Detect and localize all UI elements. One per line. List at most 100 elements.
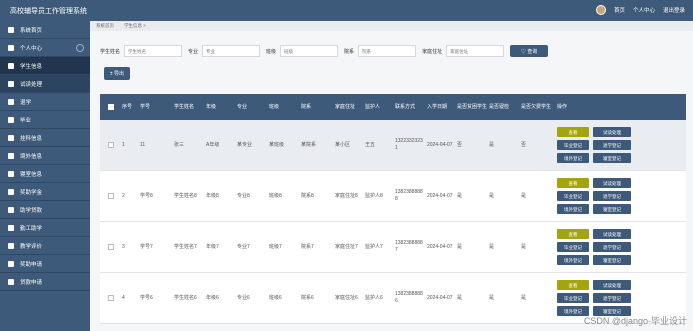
cell-dept: 院系6	[301, 294, 314, 301]
column-header: 序号	[122, 103, 133, 110]
breadcrumb-home[interactable]: 系统首页	[96, 23, 114, 29]
trial-button[interactable]: 试读处理	[593, 127, 631, 137]
sidebar-item-graduate[interactable]: 毕业	[0, 111, 90, 129]
trial-button[interactable]: 试读处理	[593, 280, 631, 290]
row-checkbox[interactable]	[108, 295, 114, 301]
cell-index: 2	[122, 192, 125, 199]
cell-class: 某班级	[269, 141, 285, 148]
cell-address: 家庭住址6	[335, 294, 358, 301]
sidebar-item-label: 境外信息	[20, 153, 43, 160]
row-checkbox[interactable]	[108, 244, 114, 250]
list-icon	[8, 80, 14, 87]
cell-guardian: 王五	[365, 141, 376, 148]
row-checkbox[interactable]	[108, 193, 114, 199]
student-name-input[interactable]	[124, 45, 183, 57]
grid-icon	[8, 224, 14, 231]
sidebar-item-loan[interactable]: 助学贷款	[0, 201, 90, 219]
sidebar-item-loan-apply[interactable]: 贷款申请	[0, 273, 90, 291]
user-icon	[8, 44, 14, 51]
trial-button[interactable]: 试读处理	[593, 178, 631, 188]
filter-label-name: 学生姓名	[100, 48, 121, 55]
dropout-register-button[interactable]: 退学登记	[593, 293, 631, 303]
sidebar-item-student-info[interactable]: 学生信息	[0, 57, 90, 75]
filter-label-address: 家庭住址	[422, 48, 443, 55]
sidebar-item-abroad[interactable]: 境外信息	[0, 147, 90, 165]
cell-dept: 某院系	[301, 141, 317, 148]
cell-phone: 13223323231	[395, 138, 423, 151]
trial-button[interactable]: 试读处理	[593, 229, 631, 239]
dorm-register-button[interactable]: 寝室登记	[593, 255, 631, 265]
sidebar-item-evaluation[interactable]: 教学评价	[0, 237, 90, 255]
abroad-register-button[interactable]: 境外登记	[557, 153, 589, 163]
abroad-register-button[interactable]: 境外登记	[557, 204, 589, 214]
sidebar-item-profile[interactable]: 个人中心	[0, 39, 90, 57]
profile-link[interactable]: 个人中心	[633, 6, 655, 14]
class-input[interactable]	[280, 45, 339, 57]
sidebar-item-trial[interactable]: 试读处理	[0, 75, 90, 93]
view-button[interactable]: 查看	[557, 280, 589, 290]
cell-date: 2024-04-07	[427, 192, 453, 199]
cell-name: 张三	[174, 141, 185, 148]
graduate-register-button[interactable]: 毕业登记	[557, 140, 589, 150]
row-actions: 查看 试读处理 毕业登记 退学登记 境外登记 寝室登记	[555, 178, 665, 214]
cell-name: 学生姓名8	[174, 192, 197, 199]
cell-class: 班级6	[269, 294, 282, 301]
graduate-register-button[interactable]: 毕业登记	[557, 242, 589, 252]
sidebar-item-dorm[interactable]: 寝室信息	[0, 165, 90, 183]
sidebar-item-aid-apply[interactable]: 奖助申请	[0, 255, 90, 273]
column-header: 学号	[140, 103, 151, 110]
sidebar-item-workstudy[interactable]: 勤工助学	[0, 219, 90, 237]
view-button[interactable]: 查看	[557, 178, 589, 188]
cell-index: 3	[122, 243, 125, 250]
dorm-register-button[interactable]: 寝室登记	[593, 153, 631, 163]
column-header: 监护人	[365, 103, 381, 110]
home-link[interactable]: 首页	[614, 6, 625, 14]
dorm-register-button[interactable]: 寝室登记	[593, 204, 631, 214]
row-checkbox[interactable]	[108, 142, 114, 148]
cell-major: 专业8	[237, 192, 250, 199]
avatar[interactable]	[595, 5, 606, 15]
sidebar-item-failed[interactable]: 挂科信息	[0, 129, 90, 147]
sidebar-item-label: 寝室信息	[20, 171, 43, 178]
logout-link[interactable]: 退出登录	[663, 6, 685, 14]
row-actions: 查看 试读处理 毕业登记 退学登记 境外登记 寝室登记	[555, 229, 665, 265]
department-input[interactable]	[358, 45, 417, 57]
cell-class: 班级7	[269, 243, 282, 250]
sidebar-item-dropout[interactable]: 退学	[0, 93, 90, 111]
chevron-down-icon	[76, 44, 84, 52]
sidebar-item-label: 试读处理	[20, 81, 43, 88]
row-actions: 查看 试读处理 毕业登记 退学登记 境外登记 寝室登记	[555, 280, 665, 316]
column-header: 家庭住址	[335, 103, 356, 110]
sidebar-item-scholarship[interactable]: 奖助学金	[0, 183, 90, 201]
search-button[interactable]: ♡ 查询	[510, 45, 549, 57]
sidebar-item-label: 毕业	[20, 117, 32, 124]
sidebar-item-label: 勤工助学	[20, 225, 43, 232]
cell-debt: 是	[521, 192, 527, 199]
abroad-register-button[interactable]: 境外登记	[557, 255, 589, 265]
address-input[interactable]	[446, 45, 505, 57]
cell-dept: 院系7	[301, 243, 314, 250]
column-header: 学生姓名	[174, 103, 195, 110]
view-button[interactable]: 查看	[557, 229, 589, 239]
dropout-register-button[interactable]: 退学登记	[593, 140, 631, 150]
grid-icon	[8, 206, 14, 213]
dropout-register-button[interactable]: 退学登记	[593, 242, 631, 252]
select-all-checkbox[interactable]	[108, 104, 114, 110]
cell-major: 专业7	[237, 243, 250, 250]
cell-phone: 13823888886	[395, 291, 423, 304]
cell-class: 班级8	[269, 192, 282, 199]
sidebar-item-label: 系统首页	[20, 27, 43, 34]
list-icon	[8, 62, 14, 69]
grid-icon	[8, 152, 14, 159]
graduate-register-button[interactable]: 毕业登记	[557, 293, 589, 303]
column-header: 入学日期	[427, 103, 448, 110]
view-button[interactable]: 查看	[557, 127, 589, 137]
dropout-register-button[interactable]: 退学登记	[593, 191, 631, 201]
cell-student-no: 11	[140, 141, 146, 148]
sidebar-item-home[interactable]: 系统首页	[0, 21, 90, 39]
column-header: 是否贫困学生	[457, 103, 488, 110]
export-button[interactable]: ± 导出	[104, 67, 130, 80]
cell-address: 某小区	[335, 141, 351, 148]
graduate-register-button[interactable]: 毕业登记	[557, 191, 589, 201]
major-input[interactable]	[202, 45, 261, 57]
